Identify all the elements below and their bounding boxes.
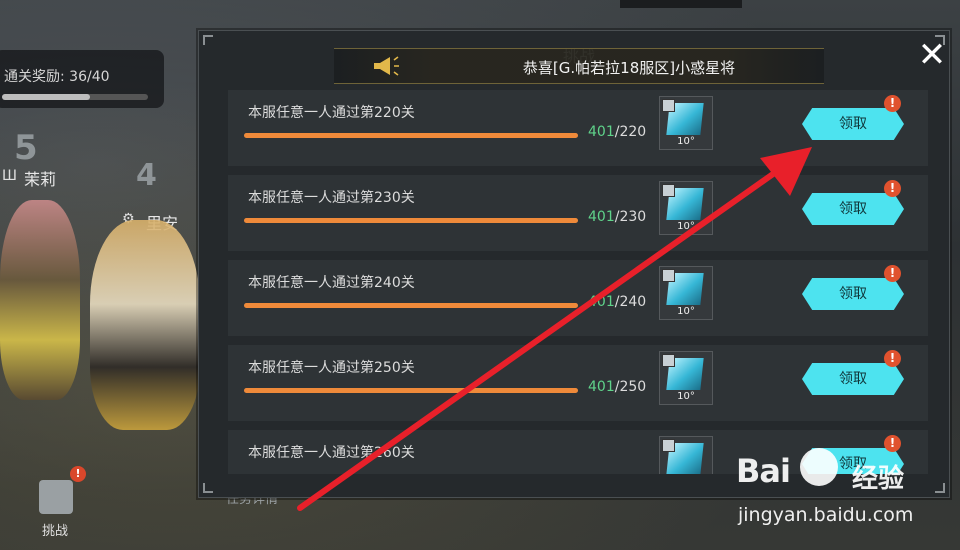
reward-count: 10° <box>677 306 695 317</box>
top-panel <box>620 0 742 8</box>
item-tag-icon <box>662 269 675 282</box>
task-row: 本服任意一人通过第230关 401/230 10° 领取 ! <box>228 175 928 251</box>
reward-item[interactable]: 10° <box>659 266 713 320</box>
reward-count: 10° <box>677 136 695 147</box>
character-name-left: 茉莉 <box>24 170 57 189</box>
stage-reward-bar <box>2 94 148 100</box>
task-label: 本服任意一人通过第240关 <box>248 275 415 291</box>
alert-badge: ! <box>884 265 901 282</box>
challenge-icon <box>39 480 73 514</box>
alert-badge: ! <box>884 95 901 112</box>
baidu-watermark: Bai <box>736 452 791 490</box>
claim-button[interactable]: 领取 <box>802 108 904 140</box>
item-tag-icon <box>662 354 675 367</box>
task-row: 本服任意一人通过第240关 401/240 10° 领取 ! <box>228 260 928 336</box>
task-progress-bar <box>244 133 578 138</box>
task-label: 本服任意一人通过第250关 <box>248 360 415 376</box>
task-label: 本服任意一人通过第230关 <box>248 190 415 206</box>
paw-logo-icon <box>800 448 838 486</box>
task-progress-text: 401/220 <box>588 124 647 140</box>
class-icon: Ш <box>2 168 17 184</box>
task-label: 本服任意一人通过第260关 <box>248 445 415 461</box>
baidu-watermark-url: jingyan.baidu.com <box>738 504 914 526</box>
alert-badge: ! <box>884 180 901 197</box>
task-progress-text: 401/250 <box>588 379 647 395</box>
task-progress-bar <box>244 388 578 393</box>
challenge-label: 挑战 <box>42 524 69 539</box>
task-progress-fill <box>244 133 578 138</box>
task-row: 本服任意一人通过第250关 401/250 10° 领取 ! <box>228 345 928 421</box>
reward-item[interactable]: 10° <box>659 351 713 405</box>
frame-corner <box>203 483 213 493</box>
item-tag-icon <box>662 184 675 197</box>
close-button[interactable]: ✕ <box>912 38 952 72</box>
task-row: 本服任意一人通过第220关 401/220 10° 领取 ! <box>228 90 928 166</box>
item-tag-icon <box>662 99 675 112</box>
task-progress-fill <box>244 303 578 308</box>
reward-item[interactable] <box>659 436 713 474</box>
reward-count: 10° <box>677 221 695 232</box>
task-progress-text: 401/230 <box>588 209 647 225</box>
stage-reward-bar-fill <box>2 94 90 100</box>
baidu-watermark-sub: 经验 <box>852 464 905 494</box>
alert-badge: ! <box>884 350 901 367</box>
item-tag-icon <box>662 439 675 452</box>
reward-item[interactable]: 10° <box>659 181 713 235</box>
stage-number-left: 5 <box>14 128 38 168</box>
character-figure-left[interactable] <box>0 200 80 400</box>
frame-corner <box>203 35 213 45</box>
task-progress-bar <box>244 218 578 223</box>
claim-button[interactable]: 领取 <box>802 363 904 395</box>
task-label: 本服任意一人通过第220关 <box>248 105 415 121</box>
megaphone-icon <box>372 56 400 76</box>
reward-item[interactable]: 10° <box>659 96 713 150</box>
stage-number-right: 4 <box>136 158 157 193</box>
frame-corner <box>935 483 945 493</box>
reward-count: 10° <box>677 391 695 402</box>
stage-reward-label: 通关奖励: 36/40 <box>4 69 110 85</box>
task-progress-bar <box>244 303 578 308</box>
challenge-alert-badge: ! <box>70 466 86 482</box>
announcement-text: 恭喜[G.帕若拉18服区]小惑星将 <box>522 59 736 77</box>
character-figure-right[interactable] <box>90 220 200 430</box>
task-progress-text: 401/240 <box>588 294 647 310</box>
alert-badge: ! <box>884 435 901 452</box>
task-progress-fill <box>244 388 578 393</box>
claim-button[interactable]: 领取 <box>802 193 904 225</box>
task-progress-fill <box>244 218 578 223</box>
announcement-banner: 恭喜[G.帕若拉18服区]小惑星将 <box>334 48 824 84</box>
claim-button[interactable]: 领取 <box>802 278 904 310</box>
